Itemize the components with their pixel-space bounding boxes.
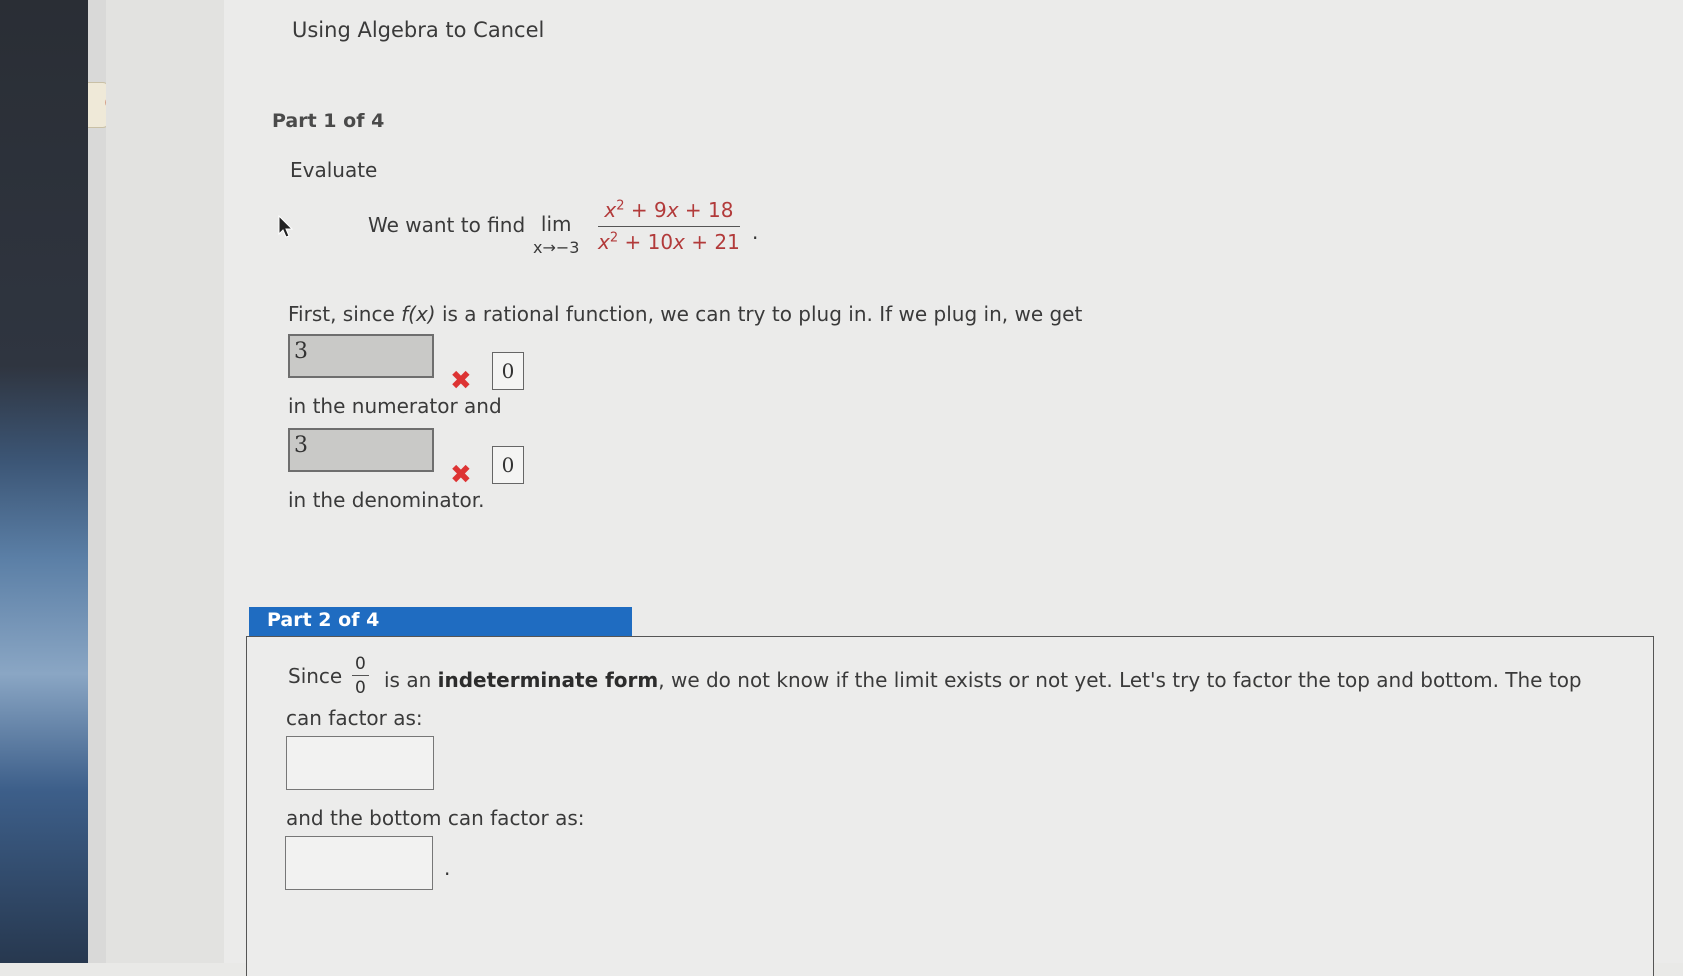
limit-intro-text: We want to find (368, 213, 526, 237)
x-mark-icon: ✖ (450, 366, 472, 396)
x-mark-icon: ✖ (450, 460, 472, 490)
part1-label: Part 1 of 4 (272, 110, 385, 132)
evaluate-label: Evaluate (290, 158, 378, 182)
denominator-correct-answer: 0 (492, 446, 524, 484)
bottom-factor-input[interactable] (285, 836, 433, 890)
numerator-text: in the numerator and (288, 394, 502, 418)
top-factor-input[interactable] (286, 736, 434, 790)
desktop-background (0, 0, 88, 963)
limit-fraction: x2 + 9x + 18 x2 + 10x + 21 (598, 198, 740, 254)
limit-period: . (752, 220, 759, 244)
denominator-answer-input[interactable]: 3 (288, 428, 434, 472)
zero-numerator: 0 (352, 654, 369, 676)
denominator-text: in the denominator. (288, 488, 485, 512)
fraction-denominator: x2 + 10x + 21 (598, 230, 740, 254)
numerator-answer-input[interactable]: 3 (288, 334, 434, 378)
zero-denominator: 0 (355, 678, 366, 698)
mouse-pointer-icon (278, 215, 294, 238)
lim-subscript: x→−3 (533, 238, 580, 257)
limit-operator: lim x→−3 (533, 212, 579, 257)
bottom-factor-label: and the bottom can factor as: (286, 806, 585, 830)
lim-word: lim (540, 212, 572, 236)
bottom-period: . (444, 856, 451, 880)
zero-over-zero-fraction: 0 0 (352, 654, 369, 698)
fraction-numerator: x2 + 9x + 18 (598, 198, 740, 227)
since-text: Since (288, 664, 343, 688)
indeterminate-text: is an indeterminate form, we do not know… (384, 668, 1582, 692)
part2-header: Part 2 of 4 (249, 607, 632, 636)
left-gutter (106, 0, 225, 963)
page-title: Using Algebra to Cancel (292, 18, 545, 42)
numerator-correct-answer: 0 (492, 352, 524, 390)
plug-in-text: First, since f(x) is a rational function… (288, 302, 1083, 326)
window-frame (88, 0, 107, 963)
top-factor-label: can factor as: (286, 706, 423, 730)
